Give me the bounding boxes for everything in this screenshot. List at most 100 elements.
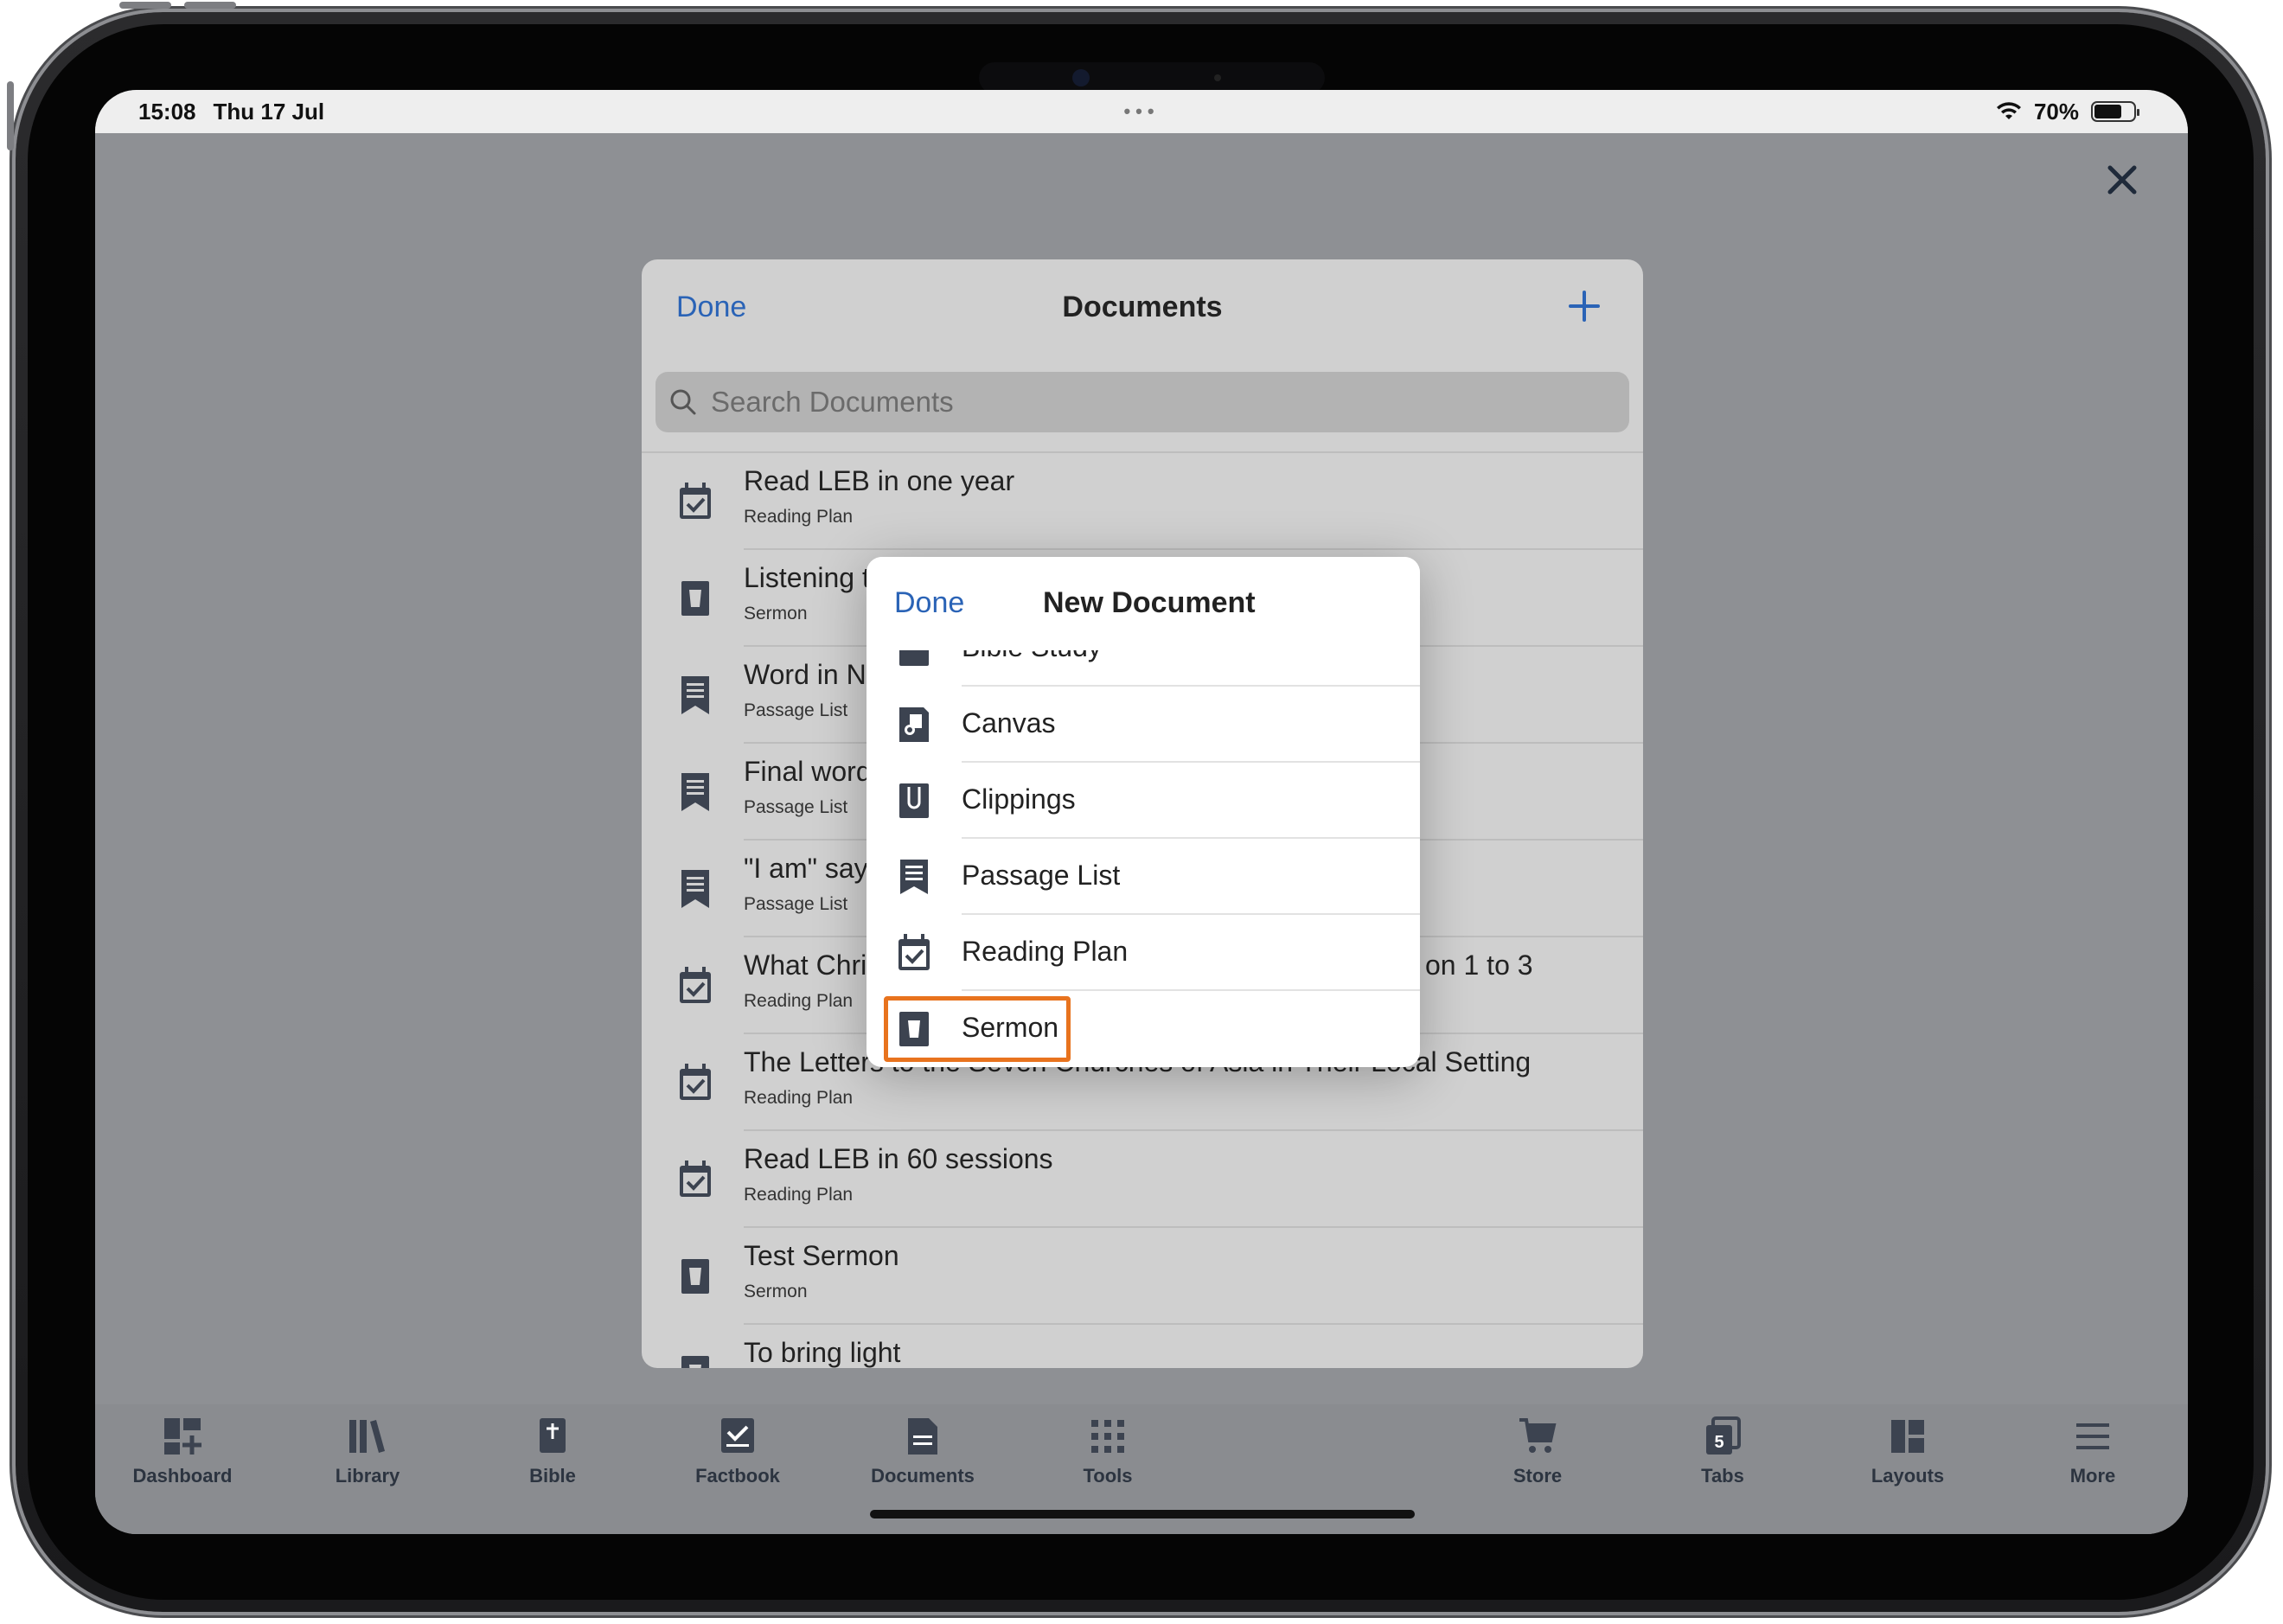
tab-factbook[interactable]: Factbook: [660, 1416, 815, 1503]
sensor-icon: [1214, 74, 1221, 81]
close-icon: [2107, 165, 2137, 195]
store-icon: [1519, 1418, 1557, 1453]
tab-label: More: [2069, 1465, 2116, 1487]
search-bar[interactable]: [655, 372, 1629, 432]
document-row[interactable]: Read LEB in 60 sessions Reading Plan: [642, 1131, 1643, 1228]
tab-tabs[interactable]: 5 Tabs: [1645, 1416, 1800, 1503]
sermon-icon: [681, 581, 709, 616]
tab-documents[interactable]: Documents: [845, 1416, 1001, 1503]
document-title-tail: on 1 to 3: [1425, 949, 1533, 981]
document-title: "I am" sayi: [744, 853, 874, 884]
screen: 15:08 Thu 17 Jul ••• 70% Done Documents: [95, 90, 2188, 1534]
tab-layouts[interactable]: Layouts: [1830, 1416, 1986, 1503]
top-button: [7, 81, 14, 150]
reading-plan-icon: [680, 967, 711, 1003]
tab-label: Tabs: [1701, 1465, 1744, 1487]
tools-icon: [1091, 1420, 1124, 1453]
battery-level: [2094, 105, 2121, 118]
tab-tools[interactable]: Tools: [1030, 1416, 1186, 1503]
reading-plan-icon: [680, 1064, 711, 1100]
document-title: Final word: [744, 756, 872, 787]
new-document-list: Bible Study Canvas Clippings: [867, 611, 1420, 1067]
bible-icon: [540, 1418, 566, 1453]
home-indicator[interactable]: [870, 1510, 1415, 1519]
tab-label: Library: [335, 1465, 400, 1487]
new-document-label: Reading Plan: [962, 936, 1129, 967]
documents-title: Documents: [1062, 291, 1223, 323]
wifi-icon: [1996, 102, 2021, 119]
new-document-label: Sermon: [962, 1012, 1059, 1043]
library-icon: [349, 1420, 385, 1453]
document-row[interactable]: Read LEB in one year Reading Plan: [642, 453, 1643, 550]
more-icon: [2076, 1423, 2109, 1449]
document-row[interactable]: Test Sermon Sermon: [642, 1228, 1643, 1325]
tab-label: Bible: [529, 1465, 576, 1487]
tabs-icon: 5: [1706, 1416, 1741, 1455]
document-type: Reading Plan: [744, 991, 854, 1011]
new-document-popover: Bible Study Canvas Clippings: [867, 557, 1420, 1067]
clippings-icon: [899, 783, 929, 818]
document-type: Reading Plan: [744, 1088, 854, 1108]
document-title: Read LEB in one year: [744, 465, 1015, 496]
search-input[interactable]: [709, 385, 1574, 419]
sermon-icon: [681, 1356, 709, 1368]
factbook-icon: [721, 1418, 754, 1453]
document-row[interactable]: To bring light: [642, 1325, 1643, 1368]
document-title: Read LEB in 60 sessions: [744, 1143, 1053, 1174]
add-document-button[interactable]: [1564, 285, 1605, 327]
reading-plan-icon: [680, 1160, 711, 1197]
status-date: Thu 17 Jul: [213, 98, 325, 125]
document-title: Test Sermon: [744, 1240, 899, 1271]
passage-list-icon: [681, 870, 709, 908]
document-title: Listening t: [744, 562, 870, 593]
documents-icon: [908, 1418, 937, 1455]
battery-percent: 70%: [2033, 98, 2079, 125]
tab-label: Factbook: [695, 1465, 780, 1487]
document-type: Passage List: [744, 797, 848, 817]
passage-list-icon: [900, 860, 928, 894]
new-document-option-reading-plan[interactable]: Reading Plan: [867, 915, 1420, 991]
new-document-label: Clippings: [962, 783, 1076, 815]
close-button[interactable]: [2098, 156, 2146, 204]
tab-bible[interactable]: Bible: [475, 1416, 630, 1503]
new-document-header: Done New Document: [867, 557, 1420, 650]
tab-store[interactable]: Store: [1460, 1416, 1615, 1503]
status-time: 15:08: [138, 98, 196, 125]
tab-label: Documents: [871, 1465, 975, 1487]
passage-list-icon: [681, 676, 709, 714]
multitasking-dots[interactable]: •••: [1123, 100, 1159, 123]
battery-icon: [2091, 101, 2139, 122]
sermon-icon: [899, 1012, 929, 1046]
new-document-done-button[interactable]: Done: [894, 586, 964, 620]
canvas-icon: [899, 707, 929, 742]
document-type: Reading Plan: [744, 507, 854, 527]
tab-more[interactable]: More: [2015, 1416, 2171, 1503]
document-type: Sermon: [744, 1282, 808, 1301]
status-right: 70%: [1996, 90, 2139, 133]
new-document-option-clippings[interactable]: Clippings: [867, 763, 1420, 839]
document-type: Passage List: [744, 894, 848, 914]
plus-icon: [1569, 291, 1600, 322]
new-document-option-canvas[interactable]: Canvas: [867, 687, 1420, 763]
new-document-option-passage-list[interactable]: Passage List: [867, 839, 1420, 915]
document-type: Sermon: [744, 604, 808, 623]
passage-list-icon: [681, 773, 709, 811]
volume-down-button: [184, 2, 236, 9]
document-type: Reading Plan: [744, 1185, 854, 1205]
reading-plan-icon: [680, 483, 711, 519]
document-title: What Chris: [744, 949, 881, 981]
search-icon: [670, 389, 696, 415]
tab-dashboard[interactable]: Dashboard: [105, 1416, 260, 1503]
tab-label: Dashboard: [132, 1465, 233, 1487]
tab-library[interactable]: Library: [290, 1416, 445, 1503]
new-document-label: Canvas: [962, 707, 1056, 738]
new-document-title: New Document: [1043, 586, 1256, 619]
layouts-icon: [1891, 1420, 1924, 1453]
status-bar: 15:08 Thu 17 Jul ••• 70%: [95, 90, 2188, 133]
document-type: Passage List: [744, 700, 848, 720]
camera-icon: [1072, 69, 1090, 86]
tab-label: Layouts: [1871, 1465, 1945, 1487]
sermon-icon: [681, 1259, 709, 1294]
dashboard-icon: [164, 1418, 201, 1455]
new-document-option-sermon[interactable]: Sermon: [867, 991, 1420, 1067]
